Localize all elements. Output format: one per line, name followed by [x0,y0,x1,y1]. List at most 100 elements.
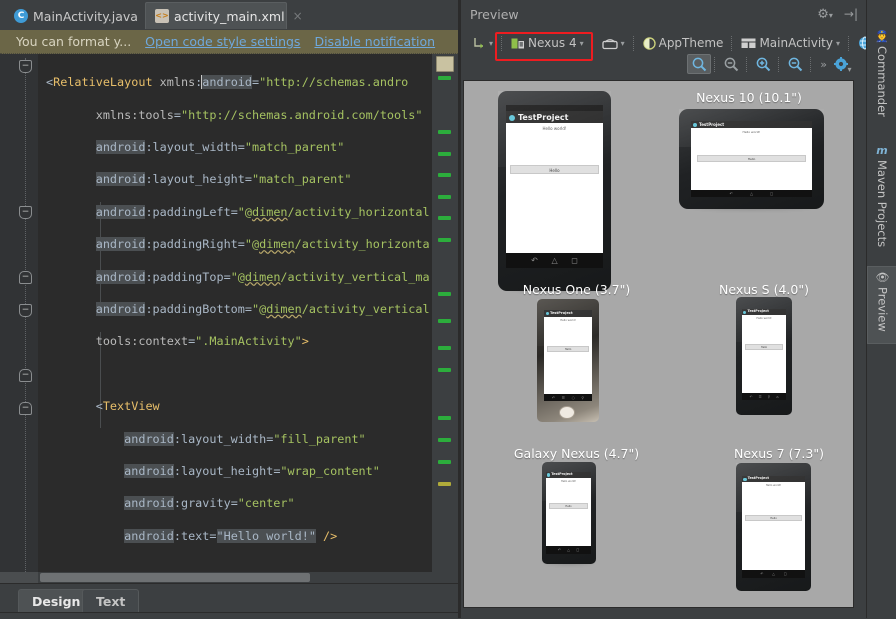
right-tool-window-rail: 👮 Commander m Maven Projects 👁 Preview [866,0,896,618]
device-preview-galaxy-nexus[interactable]: TestProject Hello world! Hello ↶ △ ◻ [542,462,596,564]
preview-settings-gear-icon[interactable]: ▾ [832,54,856,74]
editor-pane: C MainActivity.java × <> activity_main.x… [0,0,460,619]
editor-tab-activity-main-xml[interactable]: <> activity_main.xml × [145,2,303,29]
rail-tab-maven-projects[interactable]: m Maven Projects [867,140,896,262]
device-chooser-button[interactable]: Nexus 4 ▾ [506,34,589,52]
fold-end-relativelayout[interactable]: − [19,402,32,415]
zoom-out-icon[interactable] [783,54,807,74]
device-preview-nexus-s[interactable]: TestProject Hello world! Hello ↶ ☰ ⚲ ⌂ [736,297,792,415]
orientation-icon [601,38,618,49]
stripe-marker [438,130,451,134]
close-icon[interactable]: × [293,9,303,23]
fold-end-textview[interactable]: − [19,271,32,284]
stripe-marker [438,438,451,442]
back-icon: ↶ [557,548,561,552]
hello-button: Hello [510,165,599,174]
editor-tab-bar: C MainActivity.java × <> activity_main.x… [0,0,460,31]
stripe-marker [438,319,451,323]
open-code-style-settings-link[interactable]: Open code style settings [145,34,300,49]
fold-toggle-button[interactable]: − [19,304,32,317]
device-icon [511,38,525,48]
stripe-caret-marker [436,56,454,72]
theme-label: AppTheme [658,36,724,50]
configuration-chooser-button[interactable]: ▾ [468,35,498,52]
editor-tab-mainactivity-java[interactable]: C MainActivity.java × [4,2,156,29]
theme-chooser-button[interactable]: AppTheme [638,34,729,52]
device-preview-nexus-one[interactable]: TestProject Hello world! Hello ↶ ☰ ○ ⚲ [537,299,599,422]
rail-tab-commander[interactable]: 👮 Commander [867,26,896,132]
trackball-button [559,406,575,419]
editor-tab-label: activity_main.xml [174,8,285,24]
code-line: android:layout_height="match_parent" [95,172,352,187]
activity-chooser-button[interactable]: MainActivity ▾ [736,34,845,52]
zoom-fit-icon[interactable] [687,54,712,74]
preview-toolbar-row-2: » ▾ [687,53,856,75]
back-icon: ↶ [729,191,734,196]
code-line: xmlns:tools="http://schemas.android.com/… [95,107,423,122]
stripe-marker [438,416,451,420]
hello-button: Hello [697,155,806,162]
fold-end-button[interactable]: − [19,369,32,382]
stripe-marker [438,76,451,80]
xml-layout-icon: <> [155,9,169,23]
zoom-actual-icon[interactable] [719,54,743,74]
stripe-marker [438,238,451,242]
device-preview-nexus-7[interactable]: TestProject Hello world! Hello ↶ △ ◻ [736,463,811,591]
toolbar-separator [591,35,594,51]
device-screen: TestProject Hello world! Hello ↶ △ ◻ [742,476,805,578]
zoom-in-icon[interactable] [751,54,775,74]
toolbar-overflow-button[interactable]: » [815,56,832,73]
gear-icon[interactable]: ⚙▾ [817,7,833,22]
android-studio-window: C MainActivity.java × <> activity_main.x… [0,0,896,619]
code-line: android:paddingLeft="@dimen/activity_hor… [95,204,430,219]
device-preview-nexus-4[interactable]: TestProject Hello world! Hello ↶ △ ◻ [498,91,611,291]
device-navbar: ↶ △ ◻ [506,253,603,268]
stripe-marker [438,195,451,199]
preview-canvas[interactable]: TestProject Hello world! Hello ↶ △ ◻ Nexus… [463,80,854,608]
preview-header-actions: ⚙▾ →| [817,0,858,28]
hello-world-text: Hello world! [560,480,577,483]
preview-title: Preview [470,6,519,22]
home-icon: △ [749,191,754,196]
error-stripe-marker-bar[interactable] [431,54,460,572]
device-label: Nexus 4 [528,36,577,50]
hello-button: Hello [549,503,588,509]
code-text[interactable]: <RelativeLayout xmlns:android="http://sc… [38,54,432,572]
hello-world-text: Hello world! [742,130,761,134]
theme-icon [642,36,656,50]
disable-notification-link[interactable]: Disable notification [314,34,435,49]
fold-toggle-relativelayout[interactable]: − [19,60,32,73]
toolbar-separator [810,56,812,72]
device-screen: TestProject Hello world! Hello ↶ △ ◻ [546,472,591,554]
code-line: android:paddingTop="@dimen/activity_vert… [95,269,430,284]
horizontal-scrollbar-thumb[interactable] [40,573,310,582]
toolbar-separator [632,35,635,51]
home-icon: △ [551,256,558,265]
toolbar-separator [778,56,780,72]
stripe-marker [438,292,451,296]
orientation-chooser-button[interactable]: ▾ [597,35,630,52]
design-text-tab-bar: Design Text [0,583,460,619]
collapse-panel-icon[interactable]: →| [844,7,858,21]
stripe-marker [438,173,451,177]
back-icon: ↶ [760,572,764,576]
device-label-galaxy-nexus: Galaxy Nexus (4.7") [513,446,640,461]
toolbar-separator [714,56,716,72]
home-icon: ○ [571,395,575,400]
code-line: android:text="Hello world!" /> [124,528,338,543]
recents-icon: ◻ [576,548,580,552]
back-icon: ↶ [531,256,538,265]
device-screen: TestProject Hello world! Hello ↶ △ ◻ [506,105,603,268]
rail-label: Maven Projects [875,160,889,248]
fold-toggle-textview[interactable]: − [19,206,32,219]
device-preview-nexus-10[interactable]: TestProject Hello world! Hello ↶ △ ◻ [679,109,824,209]
code-editor[interactable]: − − − − − − <RelativeLayout xmlns:androi… [0,54,460,572]
app-title: TestProject [551,472,573,477]
divider [0,612,460,613]
hello-button: Hello [547,346,589,352]
back-icon: ↶ [551,395,555,400]
rail-tab-preview[interactable]: 👁 Preview [867,266,896,344]
editor-gutter[interactable]: − − − − − − [0,54,38,572]
tab-text[interactable]: Text [82,589,140,613]
app-title: TestProject [550,310,573,315]
